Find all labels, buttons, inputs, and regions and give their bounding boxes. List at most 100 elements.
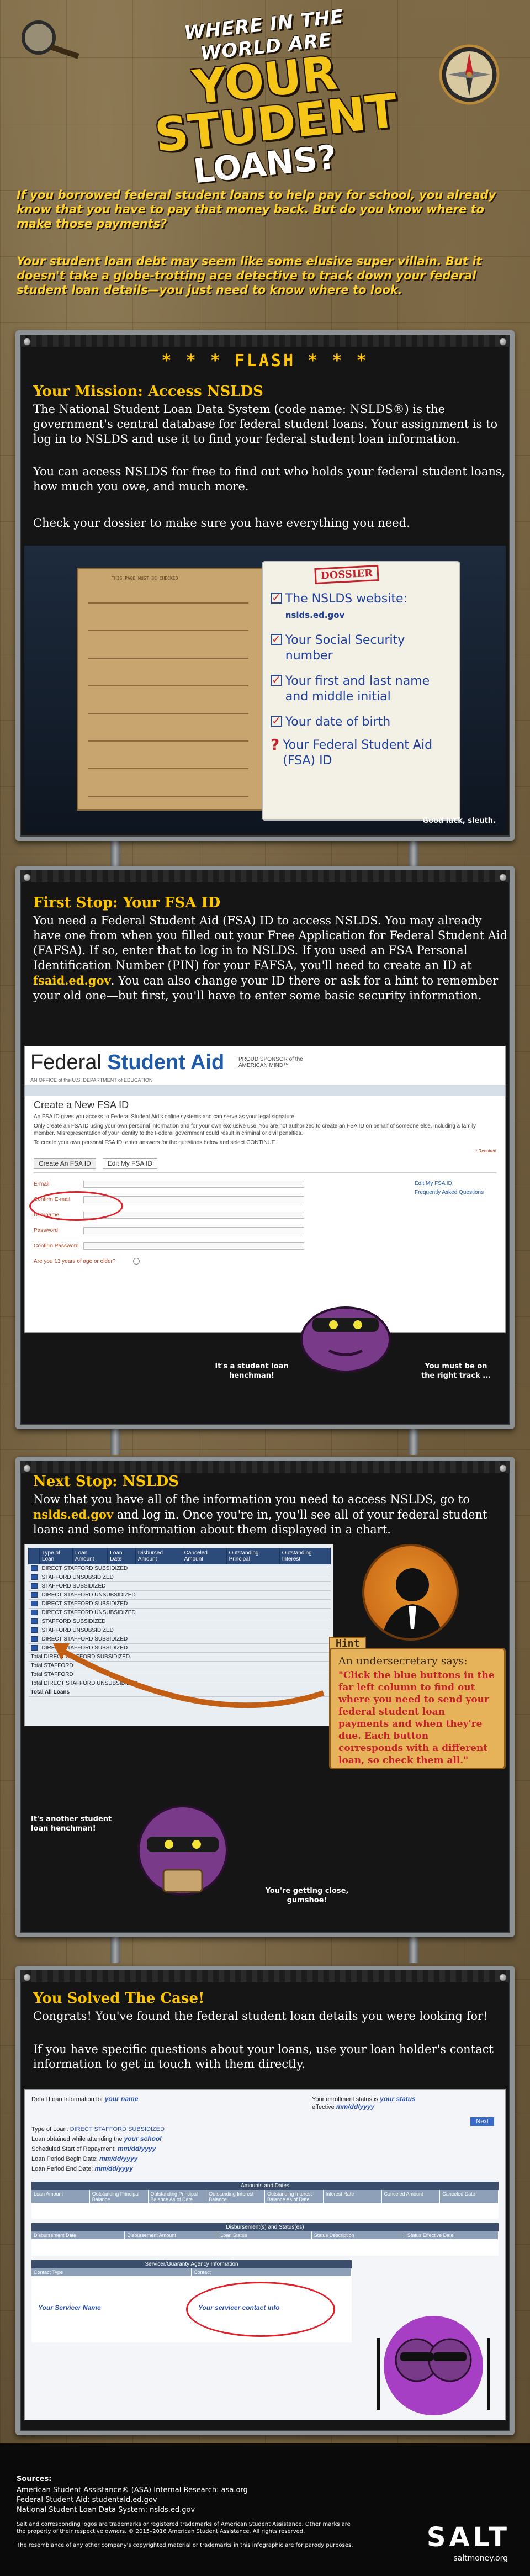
fsa-form: E-mail Confirm E-mail Username Password … [34,1172,496,1269]
disbursement-row [31,2239,499,2256]
loan-detail-button[interactable] [30,1627,38,1633]
email-field[interactable] [83,1180,304,1188]
fsa-paragraph: An FSA ID gives you access to Federal St… [34,1114,296,1120]
checklist-item-website: ✓ The NSLDS website: nslds.ed.gov [271,591,452,623]
salt-url[interactable]: saltmoney.org [453,2554,508,2563]
field-label: Confirm Password [34,1242,79,1249]
your-status-field: your status [380,2095,416,2103]
column-header: Loan Date [107,1548,136,1564]
tab-create-fsa-id[interactable]: Create An FSA ID [34,1158,96,1169]
loan-detail-button[interactable] [30,1618,38,1625]
checkbox-icon: ✓ [271,632,282,646]
loan-detail-screenshot: Detail Loan Information for your name Yo… [24,2089,506,2420]
effective-label: effective [312,2104,335,2110]
status-label: Your enrollment status is [312,2096,379,2103]
table-row: DIRECT STAFFORD SUBSIDIZED [28,1599,331,1609]
table-row: DIRECT STAFFORD UNSUBSIDIZED [28,1590,331,1600]
next-button[interactable]: Next [470,2117,494,2126]
loan-detail-button[interactable] [30,1583,38,1589]
bolt-icon [23,1464,31,1472]
panel-stand-right [409,1935,418,1963]
highlight-circle [29,1191,123,1221]
column-header: Canceled Date [440,2190,499,2203]
column-header: Outstanding Interest [279,1548,331,1564]
bolt-icon [23,1974,31,1981]
loan-type-cell: DIRECT STAFFORD UNSUBSIDIZED [39,1590,331,1600]
form-row-confirm-password: Confirm Password [34,1238,496,1253]
table-row: STAFFORD SUBSIDIZED [28,1617,331,1626]
tab-edit-fsa-id[interactable]: Edit My FSA ID [102,1158,158,1169]
checklist-label: Your Social Security number [285,633,405,663]
bolt-icon [499,1464,507,1472]
column-header: Canceled Amount [382,2190,441,2203]
loan-detail-button[interactable] [30,1592,38,1598]
column-header: Status Effective Date [405,2231,499,2239]
date-field: mm/dd/yyyy [117,2145,156,2152]
edit-fsa-id-link[interactable]: Edit My FSA ID [415,1179,484,1188]
fsaid-link[interactable]: fsaid.ed.gov [33,974,111,987]
column-header: Outstanding Principal Balance As of Date [149,2190,207,2203]
password-field[interactable] [83,1226,304,1234]
footer: Sources: American Student Assistance® (A… [0,2443,530,2576]
fsa-nav-band [25,1085,505,1096]
disbursement-section: Disbursement(s) and Status(es) Disbursem… [31,2223,499,2256]
fsa-paragraph: To create your own personal FSA ID, ente… [34,1140,277,1146]
bolt-icon [499,874,507,881]
period-end-label: Loan Period End Date: [31,2166,93,2172]
column-header: Interest Rate [324,2190,382,2203]
first-stop-paragraph: You need a Federal Student Aid (FSA) ID … [33,913,508,1003]
dossier-illustration: THIS PAGE MUST BE CHECKED DOSSIER ✓ The … [24,546,506,833]
fsa-heading: Create a New FSA ID [34,1099,129,1110]
checkbox-icon: ✓ [271,673,282,686]
amounts-section: Amounts and Dates Loan Amount Outstandin… [31,2182,499,2219]
bolt-icon [499,1974,507,1981]
salt-logo: SALT [426,2522,510,2553]
captured-henchmen-icon [377,2316,490,2415]
checklist-label: Your date of birth [285,715,391,729]
fsa-logo: Federal Student Aid [30,1051,224,1075]
amounts-row [31,2203,499,2219]
table-row: STAFFORD UNSUBSIDIZED [28,1573,331,1582]
mission-paragraph-3: Check your dossier to make sure you have… [33,516,410,530]
detail-label: Detail Loan Information for [31,2096,103,2103]
checklist-item-dob: ✓ Your date of birth [271,715,452,730]
source-item: Federal Student Aid: studentaid.ed.gov [17,2496,157,2504]
speech-henchman: It's a student loan henchman! [215,1362,289,1380]
good-luck-caption: Good luck, sleuth. [422,817,496,825]
age-radio[interactable] [133,1258,140,1265]
mission-paragraph-1: The National Student Loan Data System (c… [33,403,498,446]
nslds-link[interactable]: nslds.ed.gov [33,1507,113,1521]
sources-label: Sources: [17,2475,52,2483]
fsa-tabs: Create An FSA ID Edit My FSA ID [34,1158,496,1169]
next-stop-paragraph: Now that you have all of the information… [33,1492,508,1537]
faq-link[interactable]: Frequently Asked Questions [415,1188,484,1197]
fsa-logo-part: Federal [30,1051,108,1074]
legal-text: Salt and corresponding logos are tradema… [17,2521,351,2535]
column-header: Disbursement Amount [125,2231,219,2239]
source-item: National Student Loan Data System: nslds… [17,2506,195,2514]
loan-detail-button[interactable] [30,1565,38,1572]
column-header: Disbursed Amount [135,1548,182,1564]
loan-detail-button[interactable] [30,1645,38,1651]
servicer-contact-cell: Your servicer contact info [186,2276,352,2342]
nslds-website-text: nslds.ed.gov [285,610,345,620]
panel-stand-left [110,839,120,867]
field-label: Are you 13 years of age or older? [34,1258,116,1265]
fsa-paragraph: Only create an FSA ID using your own per… [34,1123,476,1136]
column-header: Loan Status [218,2231,312,2239]
confirm-password-field[interactable] [83,1242,304,1250]
loan-detail-button[interactable] [30,1610,38,1616]
mission-paragraph-2: You can access NSLDS for free to find ou… [33,465,506,493]
henchman-icon [137,1805,228,1896]
servicer-section: Servicer/Guaranty Agency Information Con… [31,2260,352,2342]
table-row: DIRECT STAFFORD SUBSIDIZED [28,1564,331,1573]
loan-detail-button[interactable] [30,1574,38,1580]
flash-panel: * * * FLASH * * * Your Mission: Access N… [15,330,515,841]
disbursement-bar: Disbursement(s) and Status(es) [31,2223,499,2231]
loan-detail-button[interactable] [30,1601,38,1607]
next-stop-title: Next Stop: NSLDS [33,1473,179,1490]
loan-detail-button[interactable] [30,1636,38,1642]
henchman-icon [300,1306,391,1373]
fsa-side-links: Edit My FSA ID Frequently Asked Question… [415,1179,484,1197]
column-header: Type of Loan [39,1548,73,1564]
